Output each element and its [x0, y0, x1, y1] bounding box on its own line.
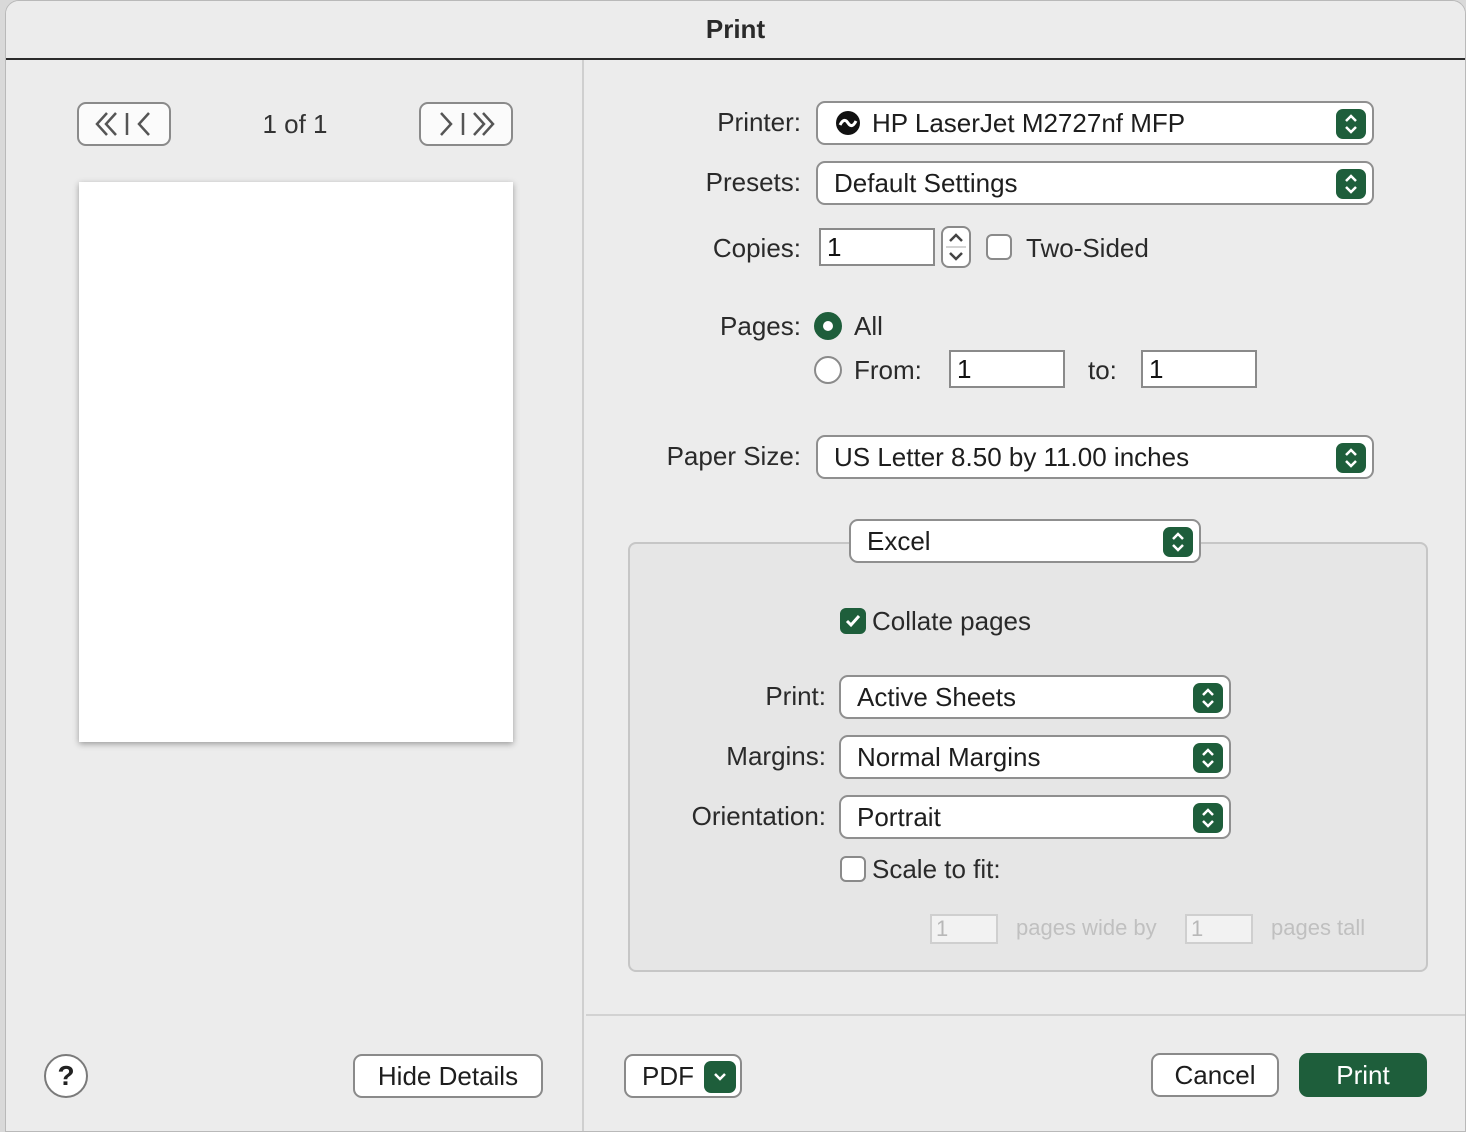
footer-divider: [586, 1014, 1465, 1016]
margins-select[interactable]: Normal Margins: [839, 735, 1231, 779]
paper-size-select[interactable]: US Letter 8.50 by 11.00 inches: [816, 435, 1374, 479]
section-select[interactable]: Excel: [849, 519, 1201, 563]
paper-size-label: Paper Size:: [666, 441, 801, 471]
checkmark-icon: [845, 615, 861, 628]
pages-tall-label: pages tall: [1271, 915, 1366, 940]
pdf-label: PDF: [642, 1060, 694, 1091]
print-dialog: Print 1 of 1 ? Hide Details Printer: HP …: [5, 0, 1466, 1132]
two-sided-label: Two-Sided: [1026, 233, 1149, 263]
settings-pane: Printer: HP LaserJet M2727nf MFP Presets…: [586, 60, 1465, 1131]
copies-stepper[interactable]: [941, 226, 971, 268]
chevron-up-down-icon: [1193, 803, 1223, 833]
orientation-label: Orientation:: [691, 801, 826, 831]
chevron-up-down-icon: [1336, 443, 1366, 473]
printer-label: Printer:: [717, 107, 801, 137]
first-prev-icon: [95, 112, 150, 136]
chevron-up-down-icon: [1336, 169, 1366, 199]
presets-value: Default Settings: [834, 167, 1018, 198]
orientation-select[interactable]: Portrait: [839, 795, 1231, 839]
cancel-button[interactable]: Cancel: [1151, 1053, 1279, 1097]
hide-details-button[interactable]: Hide Details: [353, 1054, 543, 1098]
chevron-up-down-icon: [1193, 683, 1223, 713]
copies-label: Copies:: [712, 233, 801, 263]
pages-from-radio[interactable]: [814, 356, 842, 384]
copies-field[interactable]: 1: [819, 228, 935, 266]
two-sided-checkbox[interactable]: [986, 234, 1012, 260]
page-preview: [79, 182, 513, 742]
dialog-title: Print: [6, 1, 1465, 60]
print-button[interactable]: Print: [1299, 1053, 1427, 1097]
section-value: Excel: [867, 525, 931, 556]
scale-to-fit-checkbox[interactable]: [840, 856, 866, 882]
app-options-group: Collate pages Print: Active Sheets Margi…: [628, 542, 1428, 972]
printer-select[interactable]: HP LaserJet M2727nf MFP: [816, 101, 1374, 145]
presets-select[interactable]: Default Settings: [816, 161, 1374, 205]
pages-wide-label: pages wide by: [1016, 915, 1157, 940]
printer-status-icon: [836, 111, 860, 135]
first-prev-page-buttons[interactable]: [77, 102, 171, 146]
next-last-icon: [440, 112, 495, 136]
print-what-label: Print:: [765, 681, 826, 711]
paper-size-value: US Letter 8.50 by 11.00 inches: [834, 441, 1190, 472]
collate-label: Collate pages: [872, 606, 1031, 636]
chevron-up-down-icon: [1163, 527, 1193, 557]
margins-label: Margins:: [726, 741, 826, 771]
pages-from-label: From:: [854, 355, 922, 385]
chevron-up-down-icon: [1193, 743, 1223, 773]
pages-label: Pages:: [720, 311, 801, 341]
preview-pane: 1 of 1 ? Hide Details: [6, 60, 584, 1131]
stepper-arrows-icon: [946, 233, 966, 261]
pages-to-label: to:: [1088, 355, 1117, 385]
margins-value: Normal Margins: [857, 741, 1041, 772]
chevron-down-icon: [704, 1061, 736, 1093]
print-what-value: Active Sheets: [857, 681, 1016, 712]
pages-all-radio[interactable]: [814, 312, 842, 340]
chevron-up-down-icon: [1336, 109, 1366, 139]
collate-checkbox[interactable]: [840, 608, 866, 634]
pdf-button[interactable]: PDF: [624, 1054, 742, 1098]
print-what-select[interactable]: Active Sheets: [839, 675, 1231, 719]
presets-label: Presets:: [705, 167, 801, 197]
pages-to-field[interactable]: 1: [1141, 350, 1257, 388]
printer-value: HP LaserJet M2727nf MFP: [872, 107, 1186, 138]
help-button[interactable]: ?: [44, 1054, 88, 1098]
next-last-page-buttons[interactable]: [419, 102, 513, 146]
pages-tall-field[interactable]: 1: [1185, 914, 1253, 944]
pages-all-label: All: [854, 311, 883, 341]
pages-from-field[interactable]: 1: [949, 350, 1065, 388]
page-indicator: 1 of 1: [262, 109, 328, 139]
pages-wide-field[interactable]: 1: [930, 914, 998, 944]
scale-to-fit-label: Scale to fit:: [872, 854, 1001, 884]
orientation-value: Portrait: [857, 801, 941, 832]
